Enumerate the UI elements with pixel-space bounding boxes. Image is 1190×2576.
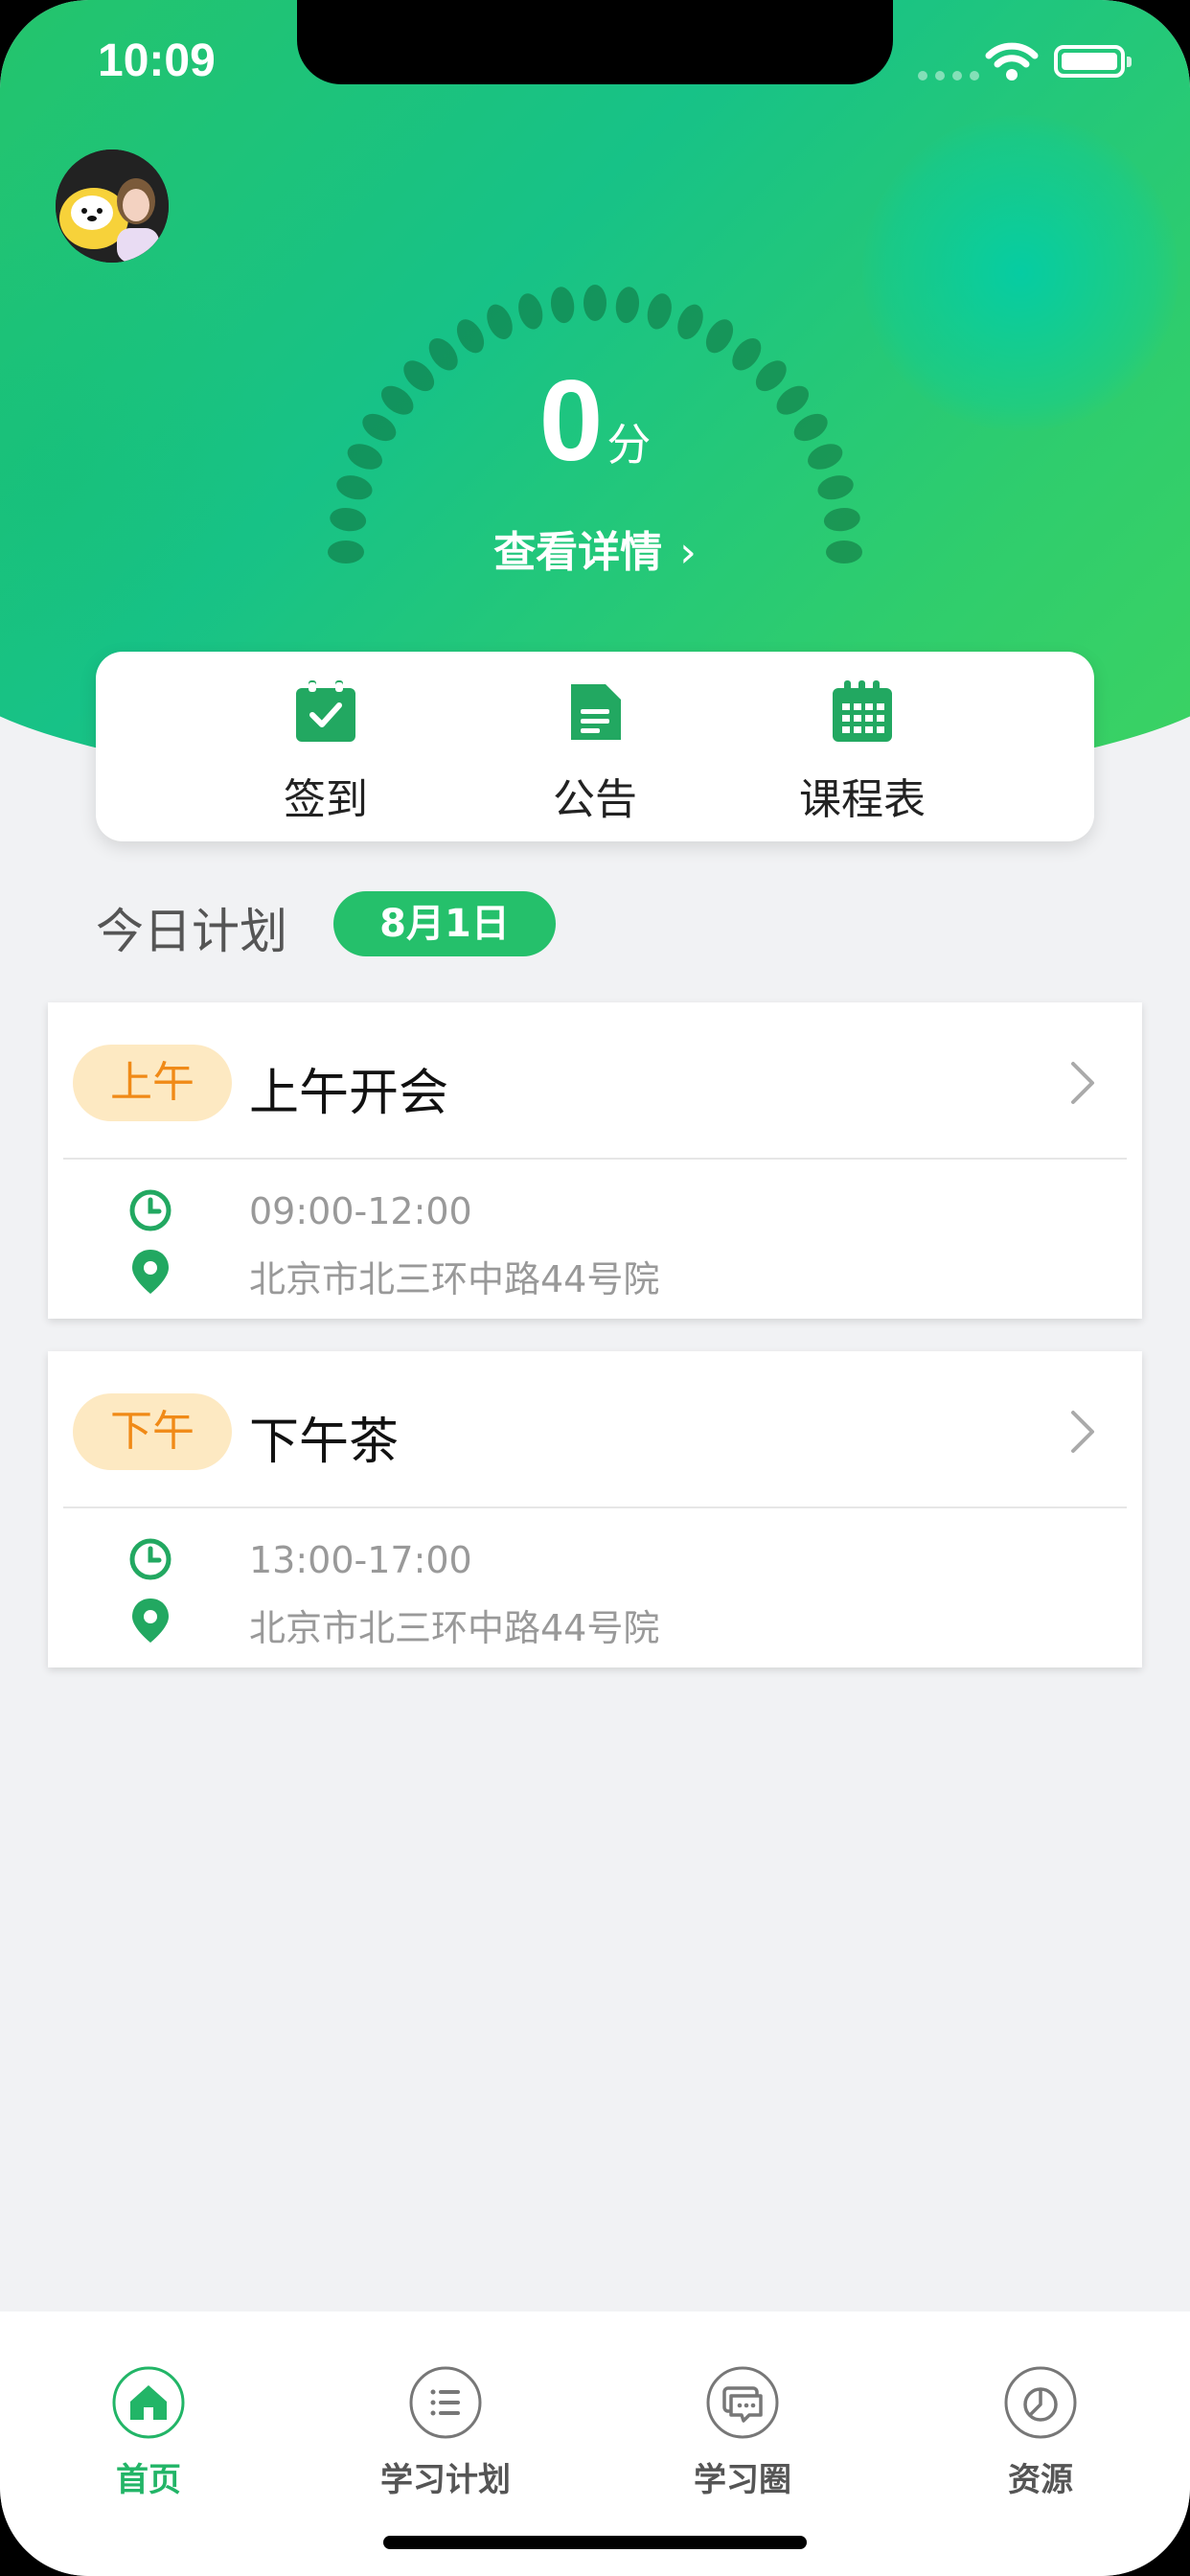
view-details-link[interactable]: 查看详情 › — [0, 518, 1190, 579]
score-display: 0分 — [0, 355, 1190, 487]
gauge-tick — [456, 319, 485, 354]
home-indicator — [383, 2536, 807, 2549]
list-icon — [409, 2366, 482, 2439]
plan-card[interactable]: 下午 下午茶 13:00-17:00 北京市北三环中路44号院 — [48, 1351, 1142, 1668]
clock-icon — [129, 1538, 172, 1580]
tab-home[interactable]: 首页 — [34, 2365, 263, 2500]
gauge-tick — [615, 287, 640, 324]
section-title: 今日计划 — [96, 904, 287, 959]
chevron-right-icon — [1071, 1062, 1094, 1104]
period-badge: 下午 — [73, 1393, 232, 1470]
gauge-tick — [487, 304, 513, 339]
status-time: 10:09 — [98, 35, 216, 86]
quick-action-label: 签到 — [284, 775, 368, 824]
avatar[interactable] — [56, 150, 169, 263]
quick-action-label: 公告 — [553, 775, 637, 824]
cellular-signal-icon — [918, 71, 979, 80]
tab-label: 资源 — [1008, 2461, 1073, 2499]
app-screen: 10:09 0分 查看详情 › 签到 公告 课程表 今日计划 8月1日 上午 上… — [0, 0, 1190, 2576]
tab-label: 首页 — [116, 2461, 181, 2499]
tab-resources[interactable]: 资源 — [926, 2365, 1156, 2500]
avatar-image — [56, 150, 169, 263]
tab-label: 学习圈 — [694, 2461, 791, 2499]
plan-title: 下午茶 — [249, 1414, 400, 1471]
location-pin-icon — [132, 1250, 169, 1294]
gauge-tick — [647, 293, 672, 330]
quick-actions-card: 签到 公告 课程表 — [96, 652, 1094, 841]
chevron-right-icon: › — [679, 528, 697, 577]
clock-icon — [129, 1189, 172, 1231]
document-icon — [571, 684, 621, 740]
wifi-icon — [985, 42, 1039, 80]
divider — [63, 1158, 1127, 1160]
plan-address: 北京市北三环中路44号院 — [249, 1607, 660, 1649]
gauge-tick — [518, 293, 543, 330]
plan-title: 上午开会 — [249, 1065, 449, 1122]
announcement-button[interactable]: 公告 — [490, 680, 700, 826]
plan-time: 09:00-12:00 — [249, 1190, 472, 1232]
checkin-button[interactable]: 签到 — [220, 680, 431, 826]
tab-study-plan[interactable]: 学习计划 — [331, 2365, 561, 2500]
period-badge: 上午 — [73, 1045, 232, 1121]
calendar-check-icon — [296, 680, 355, 742]
chevron-right-icon — [1071, 1411, 1094, 1453]
divider — [63, 1506, 1127, 1508]
date-badge: 8月1日 — [333, 891, 556, 956]
location-pin-icon — [132, 1598, 169, 1643]
plan-address: 北京市北三环中路44号院 — [249, 1258, 660, 1300]
pie-chart-icon — [1004, 2366, 1077, 2439]
gauge-tick — [705, 319, 734, 354]
notch — [297, 0, 893, 84]
home-icon — [112, 2366, 185, 2439]
tab-label: 学习计划 — [380, 2461, 511, 2499]
gauge-tick — [584, 285, 606, 321]
plan-card[interactable]: 上午 上午开会 09:00-12:00 北京市北三环中路44号院 — [48, 1002, 1142, 1319]
view-details-label: 查看详情 — [493, 528, 663, 577]
score-unit: 分 — [606, 419, 652, 471]
score-value: 0 — [538, 356, 604, 485]
gauge-tick — [550, 287, 575, 324]
battery-icon — [1054, 45, 1132, 78]
plan-time: 13:00-17:00 — [249, 1539, 472, 1581]
gauge-tick — [677, 304, 703, 339]
quick-action-label: 课程表 — [799, 775, 926, 824]
chat-icon — [706, 2366, 779, 2439]
timetable-button[interactable]: 课程表 — [757, 680, 968, 826]
tab-study-circle[interactable]: 学习圈 — [628, 2365, 858, 2500]
calendar-grid-icon — [833, 680, 892, 742]
